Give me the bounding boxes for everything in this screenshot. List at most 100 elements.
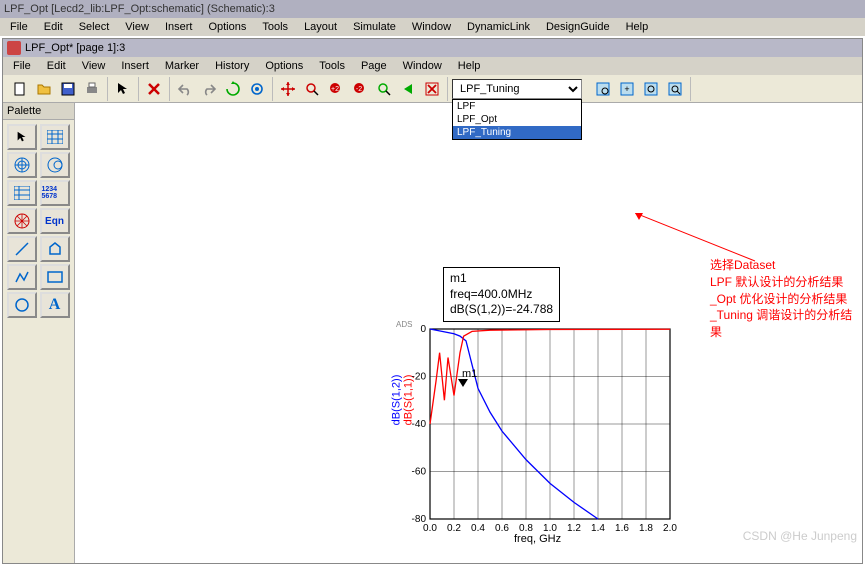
main-title-bar: LPF_Opt [Lecd2_lib:LPF_Opt:schematic] (S… [0,0,865,18]
palette-text[interactable]: A [40,292,70,318]
plot-svg: 0.00.20.40.60.81.01.21.41.61.82.0-80-60-… [406,325,680,545]
cancel-button[interactable] [420,77,444,101]
submenu-edit[interactable]: Edit [41,59,72,73]
open-button[interactable] [32,77,56,101]
menu-window[interactable]: Window [406,20,457,34]
back-button[interactable] [396,77,420,101]
sub-window: LPF_Opt* [page 1]:3 File Edit ViewInsert Ma… [2,38,863,564]
zoom-fit-button[interactable] [372,77,396,101]
sub-menu-bar: File Edit ViewInsert Marker History Options To… [3,57,862,75]
palette-numbers[interactable]: 1234 5678 [40,180,70,206]
submenu-marker[interactable]: Marker [159,59,205,73]
menu-insert[interactable]: Insert [159,20,199,34]
svg-text:1.4: 1.4 [591,523,605,534]
main-title: LPF_Opt [Lecd2_lib:LPF_Opt:schematic] (S… [4,3,275,15]
svg-text:1.6: 1.6 [615,523,629,534]
app-icon [7,41,21,55]
delete-button[interactable] [142,77,166,101]
submenu-options[interactable]: Options [259,59,309,73]
menu-dynamiclink[interactable]: DynamicLink [461,20,536,34]
print-button[interactable] [80,77,104,101]
submenu-help[interactable]: Help [452,59,487,73]
palette-polar[interactable] [7,152,37,178]
palette-antenna[interactable] [7,208,37,234]
dropdown-item[interactable]: LPF_Opt [453,113,581,126]
submenu-window[interactable]: Window [397,59,448,73]
menu-options[interactable]: Options [202,20,252,34]
new-button[interactable] [8,77,32,101]
submenu-insert[interactable]: Insert [115,59,155,73]
palette-line[interactable] [7,236,37,262]
palette-equation[interactable]: Eqn [40,208,70,234]
menu-designguide[interactable]: DesignGuide [540,20,616,34]
menu-help[interactable]: Help [620,20,655,34]
dataset-dropdown[interactable]: LPF_Tuning [452,79,582,99]
svg-text:-80: -80 [412,514,427,525]
refresh-button[interactable] [221,77,245,101]
zoom-half-button[interactable]: -2 [348,77,372,101]
svg-text:0.6: 0.6 [495,523,509,534]
undo-button[interactable] [173,77,197,101]
submenu-page[interactable]: Page [355,59,393,73]
menu-layout[interactable]: Layout [298,20,343,34]
menu-file[interactable]: File [4,20,34,34]
menu-simulate[interactable]: Simulate [347,20,402,34]
save-button[interactable] [56,77,80,101]
svg-text:-20: -20 [412,372,427,383]
plot-zoom-out-button[interactable] [639,77,663,101]
palette-rectangle[interactable] [40,264,70,290]
palette-list[interactable] [7,180,37,206]
plot-zoom-rect-button[interactable] [591,77,615,101]
sub-title-text: LPF_Opt* [page 1]:3 [25,42,125,54]
submenu-tools[interactable]: Tools [313,59,351,73]
settings-icon[interactable] [245,77,269,101]
toolbar: +2 -2 LPF_Tuning LPFLPF_OptLPF_Tuning + [3,75,862,103]
svg-text:0.2: 0.2 [447,523,461,534]
svg-text:0.8: 0.8 [519,523,533,534]
watermark: CSDN @He Junpeng [743,529,857,543]
menu-edit[interactable]: Edit [38,20,69,34]
svg-text:1.0: 1.0 [543,523,557,534]
menu-tools[interactable]: Tools [256,20,294,34]
palette-smith[interactable] [40,152,70,178]
marker-name: m1 [450,271,553,287]
sub-title-bar: LPF_Opt* [page 1]:3 [3,39,862,57]
annotation-text: 选择Dataset LPF 默认设计的分析结果 _Opt 优化设计的分析结果 _… [710,257,862,341]
palette-polygon[interactable] [40,236,70,262]
move-button[interactable] [276,77,300,101]
canvas[interactable]: m1 freq=400.0MHz dB(S(1,2))=-24.788 ADS … [75,103,862,563]
palette-title: Palette [3,103,74,120]
palette-grid[interactable] [40,124,70,150]
dropdown-item[interactable]: LPF_Tuning [453,126,581,139]
palette-polyline[interactable] [7,264,37,290]
zoom-2x-button[interactable]: +2 [324,77,348,101]
submenu-file[interactable]: File [7,59,37,73]
chart[interactable]: ADS dB(S(1,2)) dB(S(1,1)) freq, GHz 0.00… [402,323,682,553]
submenu-view[interactable]: View [76,59,112,73]
redo-button[interactable] [197,77,221,101]
svg-text:+2: +2 [331,86,339,93]
svg-text:1.8: 1.8 [639,523,653,534]
menu-select[interactable]: Select [73,20,116,34]
pointer-button[interactable] [111,77,135,101]
palette-circle[interactable] [7,292,37,318]
palette-pointer[interactable] [7,124,37,150]
zoom-target-button[interactable] [300,77,324,101]
submenu-history[interactable]: History [209,59,255,73]
menu-view[interactable]: View [119,20,155,34]
plot-zoom-in-button[interactable]: + [615,77,639,101]
main-menu-bar: File Edit SelectView InsertOptions Tools Layo… [0,18,865,36]
palette: Palette 1234 5678 Eqn A [3,103,75,563]
marker-freq: freq=400.0MHz [450,287,553,303]
svg-text:-40: -40 [412,419,427,430]
svg-text:+: + [624,84,629,94]
plot-zoom-fit-button[interactable] [663,77,687,101]
svg-text:0: 0 [420,325,426,335]
dropdown-item[interactable]: LPF [453,100,581,113]
marker-readout[interactable]: m1 freq=400.0MHz dB(S(1,2))=-24.788 [443,267,560,322]
svg-text:2.0: 2.0 [663,523,677,534]
svg-text:1.2: 1.2 [567,523,581,534]
marker-m1-triangle[interactable] [458,379,468,387]
svg-text:-2: -2 [356,86,362,93]
svg-text:-60: -60 [412,467,427,478]
